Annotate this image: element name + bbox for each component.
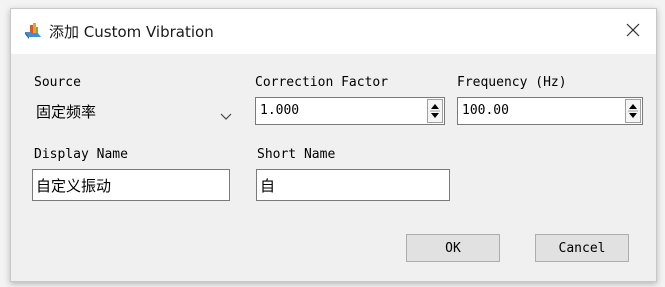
frequency-value: 100.00 — [462, 103, 509, 118]
close-icon — [626, 22, 640, 41]
dialog-client-area: Source 固定频率 Correction Factor 1.000 Freq — [11, 54, 656, 281]
app-wave-icon — [23, 22, 43, 40]
correction-factor-spinbox[interactable]: 1.000 — [255, 97, 445, 125]
frequency-spinbox[interactable]: 100.00 — [457, 97, 643, 125]
correction-factor-value: 1.000 — [260, 103, 300, 118]
source-label: Source — [34, 75, 81, 90]
window-title: 添加 Custom Vibration — [49, 23, 214, 41]
spin-arrows-icon — [628, 104, 638, 118]
cancel-button[interactable]: Cancel — [535, 234, 629, 262]
correction-factor-label: Correction Factor — [255, 75, 389, 90]
display-name-value: 自定义振动 — [36, 177, 112, 195]
close-button[interactable] — [610, 9, 656, 54]
correction-factor-stepper[interactable] — [427, 99, 443, 123]
ok-button[interactable]: OK — [406, 234, 500, 262]
short-name-field[interactable]: 自 — [256, 169, 450, 201]
source-dropdown[interactable]: 固定频率 — [32, 97, 238, 125]
frequency-stepper[interactable] — [625, 99, 641, 123]
dialog-window: 添加 Custom Vibration Source 固定频率 Correcti… — [10, 8, 657, 282]
frequency-label: Frequency (Hz) — [457, 75, 567, 90]
title-bar: 添加 Custom Vibration — [11, 9, 656, 54]
display-name-field[interactable]: 自定义振动 — [32, 169, 230, 201]
source-value: 固定频率 — [36, 103, 97, 121]
chevron-down-icon — [220, 106, 232, 120]
display-name-label: Display Name — [34, 147, 128, 162]
short-name-value: 自 — [260, 177, 276, 195]
short-name-label: Short Name — [257, 147, 336, 162]
spin-arrows-icon — [430, 104, 440, 118]
